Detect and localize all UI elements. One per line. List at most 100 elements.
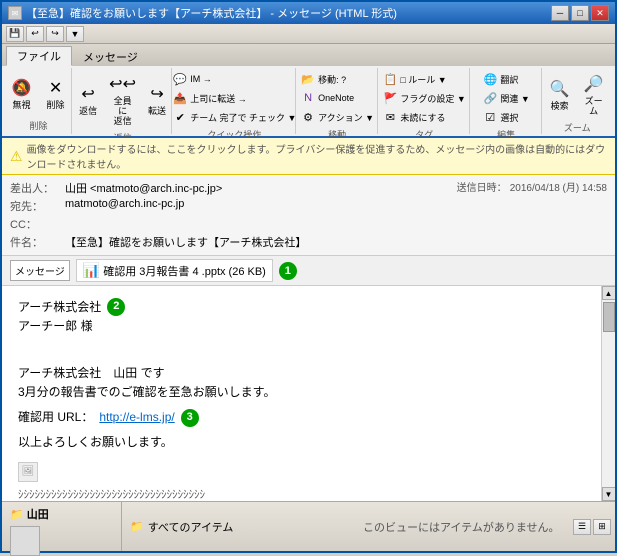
related-icon: 🔗 [482,90,498,106]
badge-2: 2 [107,298,125,316]
body-message1: 3月分の報告書でのご確認を至急お願いします。 [18,383,585,402]
to-value: matmoto@arch.inc-pc.jp [65,198,447,214]
date-label: 送信日時： [457,183,507,194]
move-buttons: 📂 移動: ? N OneNote ⚙ アクション ▼ [297,68,377,128]
view-btn-2[interactable]: ⊞ [593,519,611,535]
view-btn-1[interactable]: ☰ [573,519,591,535]
scroll-thumb[interactable] [603,302,615,332]
forward-button[interactable]: ↪ 転送 [142,80,173,119]
move-icon: 📂 [300,71,316,87]
email-body: アーチ株式会社 アーチー郎 様 2 アーチ株式会社 山田 です 3月分の報告書で… [2,286,601,501]
security-icon: ⚠ [10,148,23,165]
attachment-file-name: 確認用 3月報告書 4 .pptx (26 KB) [103,263,266,279]
title-buttons: ─ □ ✕ [551,5,609,21]
qt-more-btn[interactable]: ▼ [66,26,84,42]
ribbon-tab-bar: ファイル メッセージ [2,44,615,66]
title-bar: ✉ 【至急】確認をお願いします【アーチ株式会社】 - メッセージ (HTML 形… [2,2,615,24]
search-ribbon-button[interactable]: 🔍 検索 [544,75,575,114]
scrollbar: ▲ ▼ [601,286,615,501]
related-button[interactable]: 🔗 関連 ▼ [479,89,532,107]
security-text: 画像をダウンロードするには、ここをクリックします。プライバシー保護を促進するため… [27,141,607,171]
attachment-bar: メッセージ 📊 確認用 3月報告書 4 .pptx (26 KB) 1 [2,256,615,286]
subject-label: 件名： [10,234,65,250]
date-value: 2016/04/18 (月) 14:58 [510,183,607,194]
qt-save-btn[interactable]: 💾 [6,26,24,42]
ribbon-group-delete: 🔕 無視 ✕ 削除 削除 [6,68,72,134]
quick-access-toolbar: 💾 ↩ ↪ ▼ [2,24,615,44]
reply-button[interactable]: ↩ 返信 [73,80,104,119]
main-window: ✉ 【至急】確認をお願いします【アーチ株式会社】 - メッセージ (HTML 形… [0,0,617,553]
unread-icon: ✉ [382,109,398,125]
reply-all-icon: ↩↩ [111,72,135,96]
translate-button[interactable]: 🌐 翻訳 [479,70,532,88]
rules-button[interactable]: 📋 □ ルール ▼ [379,70,468,88]
maximize-button[interactable]: □ [571,5,589,21]
flag-icon: 🚩 [382,90,398,106]
no-items-text: このビューにはアイテムがありません。 [363,519,560,535]
edit-buttons: 🌐 翻訳 🔗 関連 ▼ ☑ 選択 [479,68,532,128]
zoom-button[interactable]: 🔎 ズーム [577,70,610,119]
onenote-icon: N [300,90,316,106]
ignore-icon: 🔕 [10,76,34,100]
delete-button[interactable]: ✕ 削除 [40,74,72,113]
delete-buttons: 🔕 無視 ✕ 削除 [6,68,72,119]
tab-file[interactable]: ファイル [6,46,72,66]
attachment-file[interactable]: 📊 確認用 3月報告書 4 .pptx (26 KB) [76,259,273,282]
folder-items-icon: 📁 [130,520,144,533]
folder-icon: 📁 [10,508,24,521]
attachment-badge: 1 [279,262,297,280]
ignore-button[interactable]: 🔕 無視 [6,74,38,113]
date-area: 送信日時： 2016/04/18 (月) 14:58 [447,179,607,251]
from-row: 差出人： 山田 <matmoto@arch.inc-pc.jp> [10,179,447,197]
tab-message[interactable]: メッセージ [72,46,149,66]
minimize-button[interactable]: ─ [551,5,569,21]
from-label: 差出人： [10,180,65,196]
bottom-right-buttons: ☰ ⊞ [569,502,615,551]
close-button[interactable]: ✕ [591,5,609,21]
onenote-button[interactable]: N OneNote [297,89,377,107]
unread-button[interactable]: ✉ 未読にする [379,108,468,126]
email-body-container: アーチ株式会社 アーチー郎 様 2 アーチ株式会社 山田 です 3月分の報告書で… [2,286,615,501]
wavy1: ｼｼｼｼｼｼｼｼｼｼｼｼｼｼｼｼｼｼｼｼｼｼｼｼｼｼｼｼｼｼｼｼｼｼ [18,488,585,501]
subject-value: 【至急】確認をお願いします【アーチ株式会社】 [65,234,447,250]
quick-small-col: 💬 IM → 📤 上司に転送 → ✔ チーム 完了で チェック ▼ [169,70,299,126]
select-button[interactable]: ☑ 選択 [479,108,532,126]
quick-buttons: 💬 IM → 📤 上司に転送 → ✔ チーム 完了で チェック ▼ [169,68,299,128]
scroll-up[interactable]: ▲ [602,286,616,300]
ribbon-group-zoom: 🔍 検索 🔎 ズーム ズーム [544,68,611,134]
reply-all-button[interactable]: ↩↩ 全員に返信 [106,70,140,129]
move-small-col: 📂 移動: ? N OneNote ⚙ アクション ▼ [297,70,377,126]
zoom-icon: 🔎 [582,72,606,96]
from-value: 山田 <matmoto@arch.inc-pc.jp> [65,180,447,196]
ribbon-group-quick: 💬 IM → 📤 上司に転送 → ✔ チーム 完了で チェック ▼ クイック操作 [174,68,295,134]
ribbon: 🔕 無視 ✕ 削除 削除 ↩ 返信 ↩↩ 全員に返信 [2,66,615,138]
bottom-bar: 📁 山田 📁 すべてのアイテム このビューにはアイテムがありません。 ☰ ⊞ [2,501,615,551]
qt-undo-btn[interactable]: ↩ [26,26,44,42]
rules-icon: 📋 [382,71,398,87]
ribbon-group-reply: ↩ 返信 ↩↩ 全員に返信 ↪ 転送 返信 [74,68,172,134]
tag-buttons: 📋 □ ルール ▼ 🚩 フラグの設定 ▼ ✉ 未読にする [379,68,468,128]
translate-icon: 🌐 [482,71,498,87]
actions-button[interactable]: ⚙ アクション ▼ [297,108,377,126]
flag-button[interactable]: 🚩 フラグの設定 ▼ [379,89,468,107]
all-items-label[interactable]: すべてのアイテム [148,519,234,535]
person-avatar [10,526,40,556]
qt-redo-btn[interactable]: ↪ [46,26,64,42]
im-button[interactable]: 💬 IM → [169,70,299,88]
image-placeholder: 🖼 [18,462,38,482]
message-tab[interactable]: メッセージ [10,260,70,281]
move-button[interactable]: 📂 移動: ? [297,70,377,88]
body-closing: 以上よろしくお願いします。 [18,433,585,452]
fwd-boss-button[interactable]: 📤 上司に転送 → [169,89,299,107]
to-row: 宛先： matmoto@arch.inc-pc.jp [10,197,447,215]
scroll-down[interactable]: ▼ [602,487,616,501]
security-bar[interactable]: ⚠ 画像をダウンロードするには、ここをクリックします。プライバシー保護を促進する… [2,138,615,175]
zoom-buttons: 🔍 検索 🔎 ズーム [544,68,610,121]
team-done-icon: ✔ [172,109,188,125]
bottom-middle: 📁 すべてのアイテム [122,502,354,551]
url-link[interactable]: http://e-lms.jp/ [99,408,174,427]
body-greeting-block: アーチ株式会社 アーチー郎 様 [18,298,101,336]
team-done-button[interactable]: ✔ チーム 完了で チェック ▼ [169,108,299,126]
title-bar-icons: ✉ [8,6,22,20]
title-bar-left: ✉ 【至急】確認をお願いします【アーチ株式会社】 - メッセージ (HTML 形… [8,5,397,21]
